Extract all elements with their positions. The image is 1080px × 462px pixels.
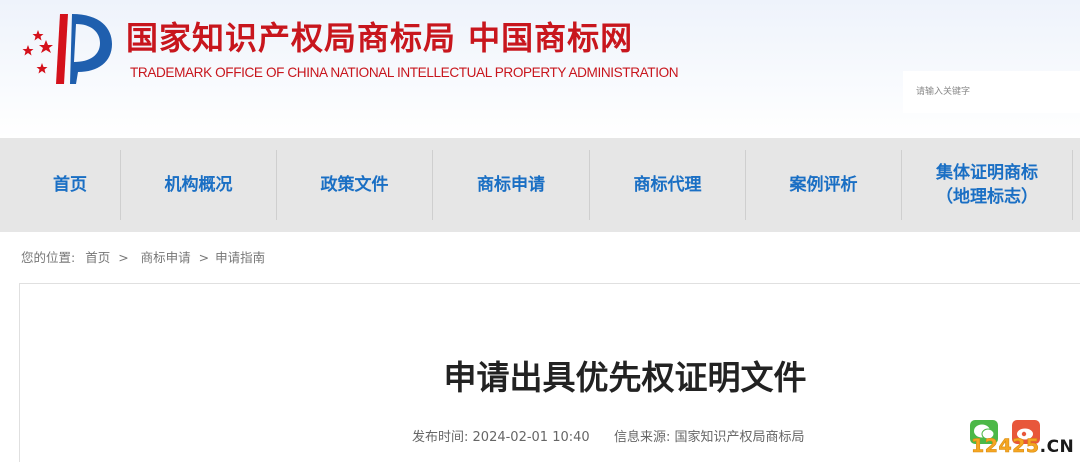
nav-item-agency[interactable]: 商标代理 bbox=[590, 138, 745, 232]
breadcrumb-link-guide[interactable]: 申请指南 bbox=[215, 250, 265, 265]
site-title: 国家知识产权局商标局 中国商标网 bbox=[126, 19, 634, 57]
breadcrumb-separator: > bbox=[198, 250, 210, 265]
publish-time: 2024-02-01 10:40 bbox=[472, 430, 590, 445]
nav-item-label: 案例评析 bbox=[789, 175, 858, 195]
watermark-number: 12425 bbox=[971, 435, 1040, 458]
nav-item-policy[interactable]: 政策文件 bbox=[277, 138, 432, 232]
breadcrumb-link-home[interactable]: 首页 bbox=[85, 250, 110, 265]
watermark: 12425.CN bbox=[968, 418, 1080, 462]
article-title: 申请出具优先权证明文件 bbox=[443, 358, 807, 397]
main-nav: 首页 机构概况 政策文件 商标申请 商标代理 案例评析 集体证明商标 （地理标志… bbox=[0, 138, 1080, 232]
source-label: 信息来源: bbox=[613, 430, 671, 445]
nav-item-cases[interactable]: 案例评析 bbox=[746, 138, 901, 232]
nav-item-label: 首页 bbox=[53, 175, 87, 195]
source-value: 国家知识产权局商标局 bbox=[674, 430, 805, 445]
nav-item-label: 政策文件 bbox=[320, 175, 389, 195]
nav-item-application[interactable]: 商标申请 bbox=[433, 138, 589, 232]
nav-item-overview[interactable]: 机构概况 bbox=[121, 138, 276, 232]
site-header: 国家知识产权局商标局 中国商标网 TRADEMARK OFFICE OF CHI… bbox=[0, 0, 1080, 138]
nav-item-label-sub: （地理标志） bbox=[936, 187, 1038, 207]
article-meta: 发布时间: 2024-02-01 10:40 信息来源: 国家知识产权局商标局 bbox=[412, 429, 805, 447]
breadcrumb-link-application[interactable]: 商标申请 bbox=[141, 250, 191, 265]
nav-item-label: 商标申请 bbox=[477, 175, 545, 195]
nav-divider bbox=[1072, 150, 1073, 220]
site-subtitle: TRADEMARK OFFICE OF CHINA NATIONAL INTEL… bbox=[130, 65, 679, 80]
search-input[interactable] bbox=[903, 71, 1080, 113]
nav-item-label: 商标代理 bbox=[633, 175, 702, 195]
breadcrumb: 您的位置: 首页 > 商标申请 > 申请指南 bbox=[21, 249, 265, 267]
publish-time-label: 发布时间: bbox=[412, 430, 469, 445]
nav-item-label: 集体证明商标 bbox=[936, 163, 1038, 183]
nav-item-home[interactable]: 首页 bbox=[20, 138, 120, 232]
breadcrumb-separator: > bbox=[118, 250, 129, 265]
watermark-text: 12425.CN bbox=[971, 434, 1074, 459]
nav-item-geographical-indication[interactable]: 集体证明商标 （地理标志） bbox=[902, 138, 1072, 232]
cnipa-logo-icon[interactable] bbox=[14, 8, 118, 88]
watermark-suffix: .CN bbox=[1039, 437, 1075, 457]
nav-item-label: 机构概况 bbox=[164, 175, 233, 195]
breadcrumb-prefix: 您的位置: bbox=[21, 250, 76, 265]
